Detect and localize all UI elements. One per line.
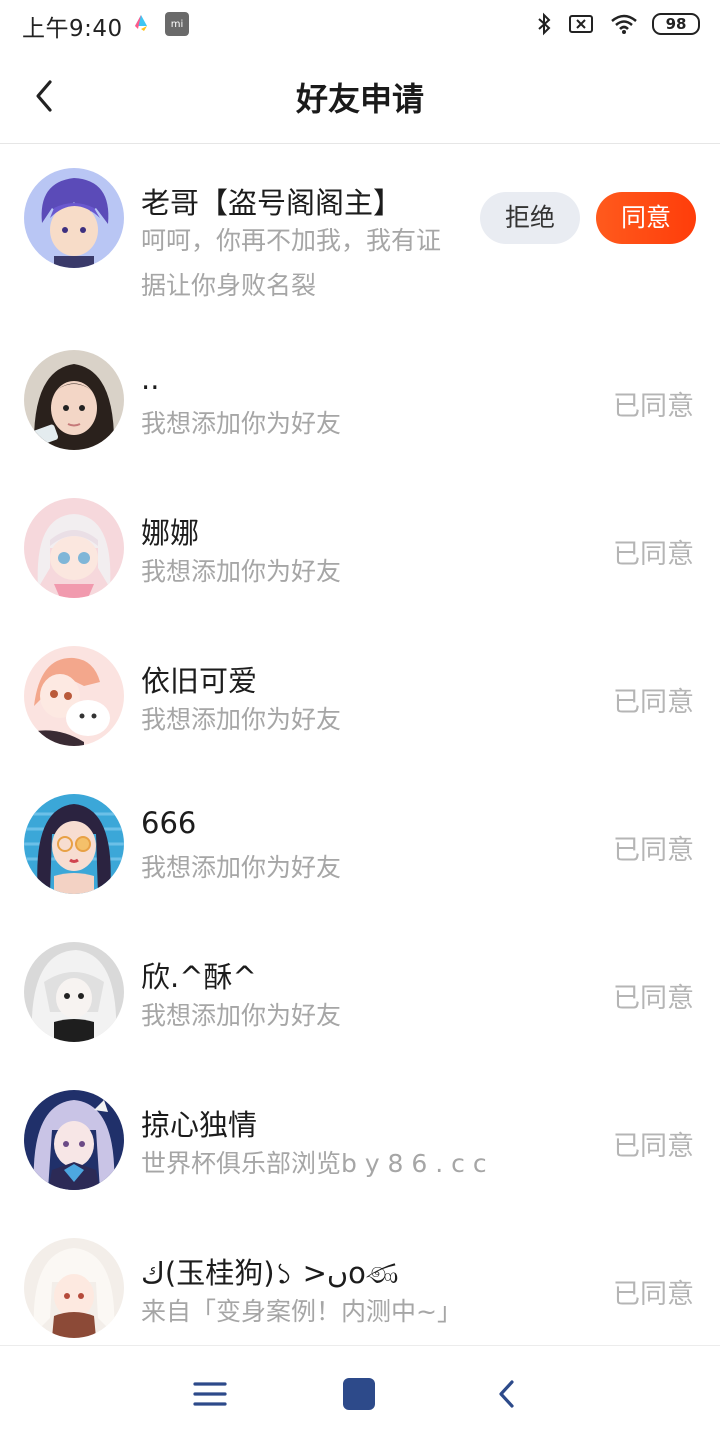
avatar bbox=[24, 646, 124, 746]
request-name: 掠心独情 bbox=[141, 1108, 258, 1142]
request-message: 我想添加你为好友 bbox=[141, 557, 342, 586]
request-message: 我想添加你为好友 bbox=[141, 853, 342, 882]
request-name: 老哥【盗号阁阁主】 bbox=[141, 186, 403, 220]
list-item[interactable]: ك(玉桂狗)১ >ںoණ 来自「变身案例！内测中~」 已同意 bbox=[0, 1214, 720, 1344]
home-icon[interactable] bbox=[341, 1376, 377, 1412]
request-name: 娜娜 bbox=[141, 516, 200, 550]
back-icon[interactable] bbox=[490, 1376, 526, 1412]
status-bar: 上午9:40 mi 98 bbox=[0, 0, 720, 48]
request-status: 已同意 bbox=[613, 391, 694, 422]
header: 好友申请 bbox=[0, 48, 720, 144]
bluetooth-icon bbox=[538, 12, 551, 36]
request-name: 欣.^酥^ bbox=[141, 960, 257, 994]
wifi-icon bbox=[611, 14, 637, 34]
request-status: 已同意 bbox=[613, 1131, 694, 1162]
accept-button[interactable]: 同意 bbox=[596, 192, 696, 244]
list-item[interactable]: 依旧可爱 我想添加你为好友 已同意 bbox=[0, 622, 720, 770]
menu-icon[interactable] bbox=[192, 1376, 228, 1412]
system-nav-bar bbox=[0, 1345, 720, 1441]
battery-level: 98 bbox=[665, 15, 687, 33]
list-item[interactable]: 老哥【盗号阁阁主】 呵呵，你再不加我，我有证据让你身败名裂 拒绝 同意 bbox=[0, 144, 720, 326]
request-name: 666 bbox=[141, 806, 197, 840]
list-item[interactable]: .. 我想添加你为好友 已同意 bbox=[0, 326, 720, 474]
request-status: 已同意 bbox=[613, 687, 694, 718]
request-status: 已同意 bbox=[613, 539, 694, 570]
request-name: .. bbox=[141, 362, 160, 396]
status-time: 上午9:40 bbox=[22, 16, 123, 42]
reject-button[interactable]: 拒绝 bbox=[480, 192, 580, 244]
no-sim-icon bbox=[569, 15, 593, 33]
avatar bbox=[24, 1238, 124, 1338]
request-message: 我想添加你为好友 bbox=[141, 705, 342, 734]
avatar bbox=[24, 1090, 124, 1190]
mi-icon: mi bbox=[165, 12, 189, 36]
friend-request-list: 老哥【盗号阁阁主】 呵呵，你再不加我，我有证据让你身败名裂 拒绝 同意 .. 我… bbox=[0, 144, 720, 1344]
request-message: 我想添加你为好友 bbox=[141, 1001, 342, 1030]
avatar bbox=[24, 498, 124, 598]
list-item[interactable]: 666 我想添加你为好友 已同意 bbox=[0, 770, 720, 918]
request-status: 已同意 bbox=[613, 835, 694, 866]
app-icon bbox=[135, 15, 147, 31]
request-status: 已同意 bbox=[613, 1279, 694, 1310]
list-item[interactable]: 欣.^酥^ 我想添加你为好友 已同意 bbox=[0, 918, 720, 1066]
avatar bbox=[24, 350, 124, 450]
request-status: 已同意 bbox=[613, 983, 694, 1014]
request-message: 我想添加你为好友 bbox=[141, 409, 342, 438]
page-title: 好友申请 bbox=[295, 80, 424, 118]
list-item[interactable]: 掠心独情 世界杯俱乐部浏览b y 8 6 . c c 已同意 bbox=[0, 1066, 720, 1214]
avatar bbox=[24, 942, 124, 1042]
request-message: 呵呵，你再不加我，我有证据让你身败名裂 bbox=[141, 226, 442, 300]
battery-icon: 98 bbox=[652, 13, 700, 35]
request-name: 依旧可爱 bbox=[141, 664, 258, 698]
avatar bbox=[24, 168, 124, 268]
request-message: 来自「变身案例！内测中~」 bbox=[141, 1297, 462, 1326]
request-message: 世界杯俱乐部浏览b y 8 6 . c c bbox=[141, 1149, 487, 1178]
avatar bbox=[24, 794, 124, 894]
list-item[interactable]: 娜娜 我想添加你为好友 已同意 bbox=[0, 474, 720, 622]
status-icons: 98 bbox=[520, 10, 700, 38]
